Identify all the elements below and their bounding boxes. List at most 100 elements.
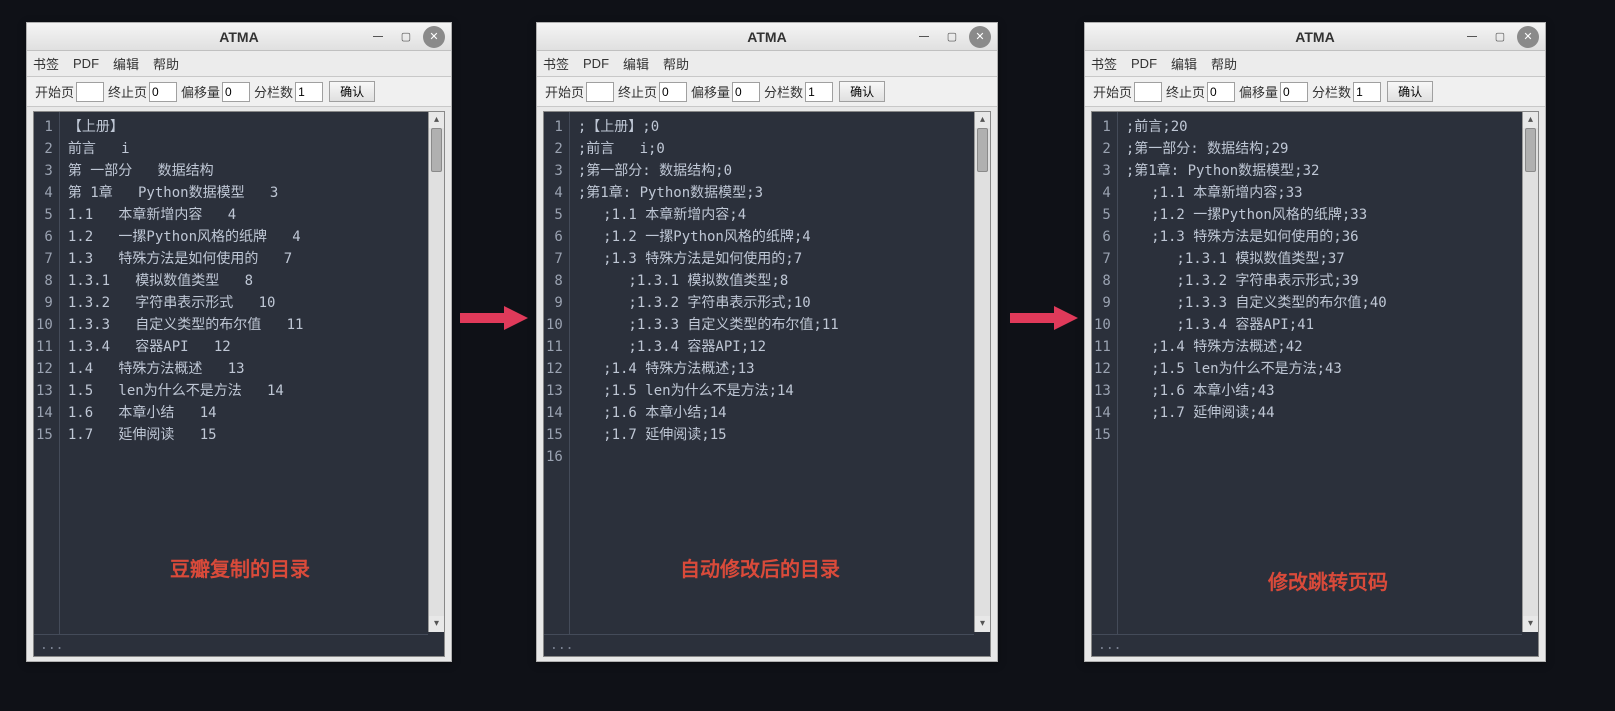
line-number-gutter: 1 2 3 4 5 6 7 8 9 10 11 12 13 14 15 [34,112,60,636]
code-line: ;1.6 本章小结;14 [578,402,982,424]
vertical-scrollbar[interactable]: ▴▾ [428,112,444,632]
vertical-scrollbar[interactable]: ▴▾ [1522,112,1538,632]
vertical-scrollbar[interactable]: ▴▾ [974,112,990,632]
code-line: ;1.3.1 模拟数值类型;37 [1126,248,1530,270]
scroll-thumb[interactable] [977,128,988,172]
titlebar: ATMA [27,23,451,51]
code-line: ;1.3 特殊方法是如何使用的;7 [578,248,982,270]
code-line: 1.3 特殊方法是如何使用的 7 [68,248,436,270]
scroll-up-icon[interactable]: ▴ [429,112,444,128]
columns-label: 分栏数 [764,82,803,101]
code-line: ;【上册】;0 [578,116,982,138]
confirm-button[interactable]: 确认 [1387,81,1433,102]
close-button[interactable] [969,26,991,48]
end-page-input[interactable] [1207,82,1235,102]
scroll-thumb[interactable] [1525,128,1536,172]
code-content[interactable]: 【上册】前言 i第 一部分 数据结构第 1章 Python数据模型 31.1 本… [60,112,444,636]
minimize-button[interactable] [367,26,389,48]
columns-label: 分栏数 [254,82,293,101]
close-button[interactable] [1517,26,1539,48]
start-page-input[interactable] [586,82,614,102]
code-line: 【上册】 [68,116,436,138]
app-window-w3: ATMA书签PDF编辑帮助开始页终止页偏移量分栏数确认1 2 3 4 5 6 7… [1084,22,1546,662]
menu-item-0[interactable]: 书签 [33,54,59,73]
menu-item-1[interactable]: PDF [583,56,609,71]
scroll-down-icon[interactable]: ▾ [1523,616,1538,632]
arrow-between-2-3 [1010,303,1078,333]
menu-item-3[interactable]: 帮助 [663,54,689,73]
code-line: ;第一部分: 数据结构;0 [578,160,982,182]
code-line: 1.2 一摞Python风格的纸牌 4 [68,226,436,248]
menu-item-1[interactable]: PDF [1131,56,1157,71]
scroll-thumb[interactable] [431,128,442,172]
editor-statusbar: ... [34,634,428,656]
editor-statusbar: ... [544,634,974,656]
code-line: ;1.7 延伸阅读;44 [1126,402,1530,424]
code-line: ;1.3.3 自定义类型的布尔值;40 [1126,292,1530,314]
menu-item-3[interactable]: 帮助 [1211,54,1237,73]
code-line [1126,424,1530,446]
menubar: 书签 PDF 编辑帮助 [537,51,997,77]
scroll-down-icon[interactable]: ▾ [429,616,444,632]
start-page-label: 开始页 [545,82,584,101]
confirm-button[interactable]: 确认 [329,81,375,102]
toolbar: 开始页终止页偏移量分栏数确认 [1085,77,1545,107]
maximize-button[interactable] [395,26,417,48]
line-number-gutter: 1 2 3 4 5 6 7 8 9 10 11 12 13 14 15 [1092,112,1118,636]
start-page-input[interactable] [1134,82,1162,102]
code-content[interactable]: ;前言;20;第一部分: 数据结构;29;第1章: Python数据模型;32 … [1118,112,1538,636]
code-line: ;1.3.2 字符串表示形式;10 [578,292,982,314]
code-line: 1.4 特殊方法概述 13 [68,358,436,380]
minimize-button[interactable] [913,26,935,48]
code-line [578,446,982,468]
code-line: ;第1章: Python数据模型;3 [578,182,982,204]
code-content[interactable]: ;【上册】;0;前言 i;0;第一部分: 数据结构;0;第1章: Python数… [570,112,990,636]
end-page-label: 终止页 [1166,82,1205,101]
app-window-w2: ATMA书签PDF编辑帮助开始页终止页偏移量分栏数确认1 2 3 4 5 6 7… [536,22,998,662]
code-line: 1.5 len为什么不是方法 14 [68,380,436,402]
code-line: ;1.3.1 模拟数值类型;8 [578,270,982,292]
end-page-input[interactable] [659,82,687,102]
code-line: 第 1章 Python数据模型 3 [68,182,436,204]
offset-input[interactable] [1280,82,1308,102]
code-line: ;前言 i;0 [578,138,982,160]
close-button[interactable] [423,26,445,48]
offset-label: 偏移量 [181,82,220,101]
menu-item-3[interactable]: 帮助 [153,54,179,73]
code-line: ;1.3.4 容器API;41 [1126,314,1530,336]
menu-item-0[interactable]: 书签 [543,54,569,73]
columns-input[interactable] [1353,82,1381,102]
scroll-up-icon[interactable]: ▴ [975,112,990,128]
maximize-button[interactable] [941,26,963,48]
columns-input[interactable] [295,82,323,102]
code-line: ;1.4 特殊方法概述;13 [578,358,982,380]
editor-area: 1 2 3 4 5 6 7 8 9 10 11 12 13 14 15 【上册】… [33,111,445,657]
scroll-up-icon[interactable]: ▴ [1523,112,1538,128]
menu-item-0[interactable]: 书签 [1091,54,1117,73]
code-line: ;1.1 本章新增内容;33 [1126,182,1530,204]
maximize-button[interactable] [1489,26,1511,48]
code-line: 1.6 本章小结 14 [68,402,436,424]
menu-item-2[interactable]: 编辑 [623,54,649,73]
start-page-label: 开始页 [1093,82,1132,101]
menu-item-1[interactable]: PDF [73,56,99,71]
code-line: 1.3.3 自定义类型的布尔值 11 [68,314,436,336]
code-line: ;1.2 一摞Python风格的纸牌;4 [578,226,982,248]
offset-input[interactable] [732,82,760,102]
code-line: ;第一部分: 数据结构;29 [1126,138,1530,160]
toolbar: 开始页终止页偏移量分栏数确认 [537,77,997,107]
code-line: ;1.3.4 容器API;12 [578,336,982,358]
start-page-input[interactable] [76,82,104,102]
menu-item-2[interactable]: 编辑 [113,54,139,73]
end-page-label: 终止页 [108,82,147,101]
offset-input[interactable] [222,82,250,102]
scroll-down-icon[interactable]: ▾ [975,616,990,632]
confirm-button[interactable]: 确认 [839,81,885,102]
menu-item-2[interactable]: 编辑 [1171,54,1197,73]
titlebar: ATMA [537,23,997,51]
columns-input[interactable] [805,82,833,102]
offset-label: 偏移量 [691,82,730,101]
minimize-button[interactable] [1461,26,1483,48]
app-window-w1: ATMA书签PDF编辑帮助开始页终止页偏移量分栏数确认1 2 3 4 5 6 7… [26,22,452,662]
end-page-input[interactable] [149,82,177,102]
